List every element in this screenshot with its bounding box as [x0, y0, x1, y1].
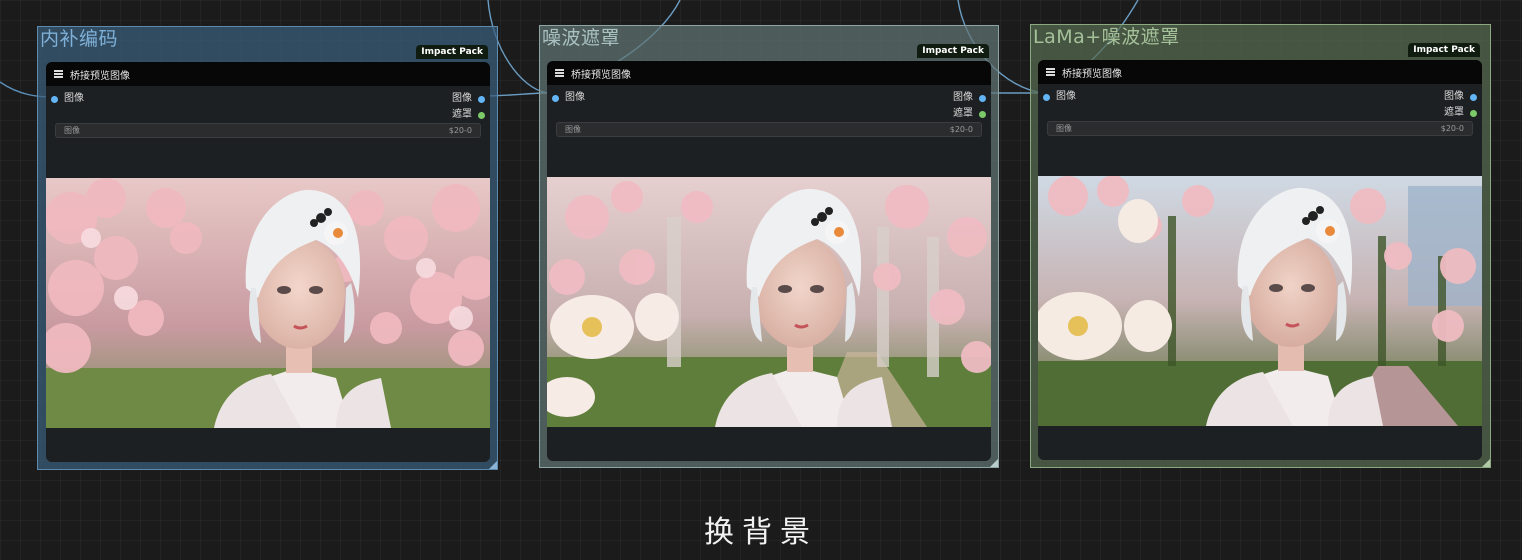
- widget-label: 图像: [64, 126, 80, 135]
- caption-text: 换背景: [704, 515, 818, 550]
- node-title: 桥接预览图像: [70, 70, 130, 82]
- input-port-dot[interactable]: [51, 95, 58, 103]
- input-port-label: 图像: [1056, 91, 1076, 102]
- hamburger-menu-icon[interactable]: [1046, 68, 1055, 76]
- group-title[interactable]: LaMa+噪波遮罩: [1033, 25, 1180, 49]
- node-body: 图像 图像 遮罩 图像 $20-0: [1038, 84, 1482, 460]
- node-header[interactable]: 桥接预览图像: [547, 61, 991, 85]
- output-mask-port[interactable]: 遮罩: [1444, 106, 1477, 120]
- preview-image-graphic: [547, 177, 991, 427]
- node-title: 桥接预览图像: [571, 69, 631, 81]
- input-port-dot[interactable]: [1043, 93, 1050, 101]
- widget-label: 图像: [565, 125, 581, 134]
- node-body: 图像 图像 遮罩 图像 $20-0: [547, 85, 991, 461]
- resize-corner-icon[interactable]: [489, 461, 497, 469]
- widget-label: 图像: [1056, 124, 1072, 133]
- hamburger-menu-icon[interactable]: [555, 69, 564, 77]
- output-image-dot[interactable]: [1470, 93, 1477, 101]
- group-inpaint-encode[interactable]: 内补编码 Impact Pack 桥接预览图像 图像 图像 遮罩 图像 $20-…: [37, 26, 498, 470]
- output-image-label: 图像: [953, 92, 973, 103]
- output-image-port[interactable]: 图像: [1444, 90, 1477, 104]
- output-image-dot[interactable]: [478, 95, 485, 103]
- output-mask-dot[interactable]: [979, 110, 986, 118]
- node-header[interactable]: 桥接预览图像: [1038, 60, 1482, 84]
- output-image-label: 图像: [452, 93, 472, 104]
- preview-bridge-node[interactable]: Impact Pack 桥接预览图像 图像 图像 遮罩 图像 $20-0: [547, 44, 991, 461]
- image-widget[interactable]: 图像 $20-0: [1047, 121, 1473, 136]
- image-widget[interactable]: 图像 $20-0: [55, 123, 481, 138]
- output-image-dot[interactable]: [979, 94, 986, 102]
- node-header[interactable]: 桥接预览图像: [46, 62, 490, 86]
- input-port-dot[interactable]: [552, 94, 559, 102]
- preview-image[interactable]: [547, 177, 991, 427]
- preview-image-graphic: [1038, 176, 1482, 426]
- output-mask-label: 遮罩: [953, 108, 973, 119]
- widget-value: $20-0: [949, 125, 973, 134]
- output-mask-port[interactable]: 遮罩: [452, 108, 485, 122]
- preview-image[interactable]: [46, 178, 490, 428]
- image-widget[interactable]: 图像 $20-0: [556, 122, 982, 137]
- node-body: 图像 图像 遮罩 图像 $20-0: [46, 86, 490, 462]
- input-image-port[interactable]: 图像: [1043, 90, 1076, 104]
- node-title: 桥接预览图像: [1062, 68, 1122, 80]
- output-image-label: 图像: [1444, 91, 1464, 102]
- hamburger-menu-icon[interactable]: [54, 70, 63, 78]
- group-title[interactable]: 噪波遮罩: [542, 26, 620, 50]
- group-title[interactable]: 内补编码: [40, 27, 118, 51]
- output-mask-label: 遮罩: [1444, 107, 1464, 118]
- input-image-port[interactable]: 图像: [552, 91, 585, 105]
- group-lama-noise-mask[interactable]: LaMa+噪波遮罩 Impact Pack 桥接预览图像 图像 图像 遮罩 图像…: [1030, 24, 1491, 468]
- impact-pack-badge: Impact Pack: [416, 45, 488, 59]
- preview-bridge-node[interactable]: Impact Pack 桥接预览图像 图像 图像 遮罩 图像 $20-0: [46, 45, 490, 462]
- output-mask-label: 遮罩: [452, 109, 472, 120]
- output-mask-port[interactable]: 遮罩: [953, 107, 986, 121]
- output-image-port[interactable]: 图像: [452, 92, 485, 106]
- resize-corner-icon[interactable]: [1482, 459, 1490, 467]
- preview-image-graphic: [46, 178, 490, 428]
- resize-corner-icon[interactable]: [990, 459, 998, 467]
- impact-pack-badge: Impact Pack: [917, 44, 989, 58]
- input-image-port[interactable]: 图像: [51, 92, 84, 106]
- group-noise-mask[interactable]: 噪波遮罩 Impact Pack 桥接预览图像 图像 图像 遮罩 图像 $20-…: [539, 25, 999, 468]
- output-mask-dot[interactable]: [478, 111, 485, 119]
- preview-bridge-node[interactable]: Impact Pack 桥接预览图像 图像 图像 遮罩 图像 $20-0: [1038, 43, 1482, 460]
- widget-value: $20-0: [448, 126, 472, 135]
- preview-image[interactable]: [1038, 176, 1482, 426]
- input-port-label: 图像: [565, 92, 585, 103]
- input-port-label: 图像: [64, 93, 84, 104]
- output-mask-dot[interactable]: [1470, 109, 1477, 117]
- output-image-port[interactable]: 图像: [953, 91, 986, 105]
- widget-value: $20-0: [1440, 124, 1464, 133]
- impact-pack-badge: Impact Pack: [1408, 43, 1480, 57]
